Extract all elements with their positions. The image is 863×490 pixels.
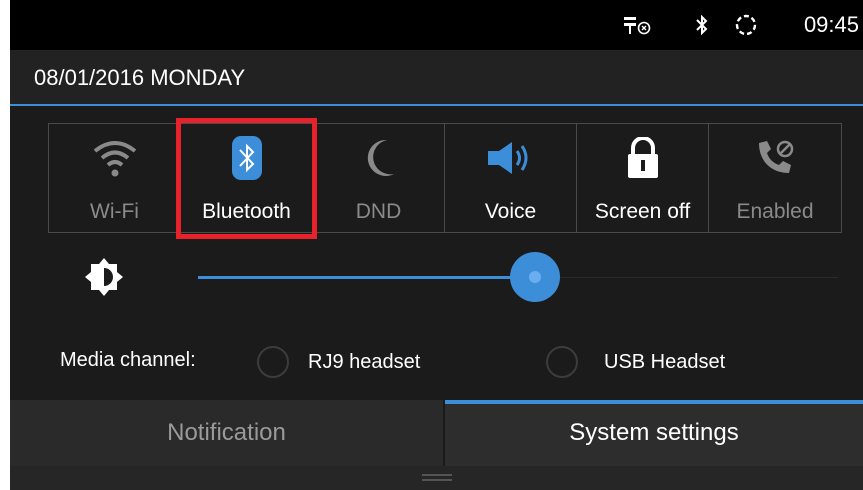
media-channel-label: Media channel: (60, 349, 196, 371)
drag-handle-line (422, 474, 452, 476)
tile-dnd[interactable]: DND (313, 124, 445, 232)
brightness-slider-thumb[interactable] (510, 252, 560, 302)
usb-debug-icon (622, 14, 652, 41)
tile-screen-off-label: Screen off (594, 200, 691, 223)
date-label: 08/01/2016 MONDAY (34, 65, 246, 90)
radio-usb-headset-label[interactable]: USB Headset (604, 351, 725, 374)
tile-wifi[interactable]: Wi-Fi (49, 124, 181, 232)
tile-screen-off[interactable]: Screen off (577, 124, 709, 232)
status-bar: 09:45 (10, 0, 863, 50)
bluetooth-icon (694, 14, 710, 41)
lock-icon (577, 136, 708, 180)
tile-voice-label: Voice (484, 200, 537, 223)
speaker-icon (445, 136, 576, 180)
wifi-icon (49, 136, 180, 180)
tab-system-settings[interactable]: System settings (445, 400, 863, 466)
tile-enabled[interactable]: Enabled (709, 124, 841, 232)
tile-wifi-label: Wi-Fi (90, 200, 139, 223)
moon-icon (313, 136, 444, 180)
quick-settings-tiles: Wi-Fi Bluetooth DND Voice Screen off Ena… (48, 123, 842, 233)
tab-notification-label: Notification (167, 419, 286, 446)
tile-dnd-label: DND (355, 200, 402, 223)
radio-usb-headset[interactable] (546, 346, 578, 378)
phone-icon (709, 136, 841, 180)
brightness-icon (84, 257, 124, 302)
bluetooth-highlight-box (176, 118, 317, 239)
radio-rj9-headset[interactable] (257, 346, 289, 378)
radio-rj9-headset-label[interactable]: RJ9 headset (308, 351, 420, 374)
brightness-slider-fill[interactable] (198, 276, 538, 279)
tab-notification[interactable]: Notification (10, 400, 443, 466)
status-clock: 09:45 (803, 12, 859, 37)
tile-enabled-label: Enabled (736, 200, 814, 223)
notification-shade: 09:45 08/01/2016 MONDAY Wi-Fi Bluetooth … (10, 0, 863, 490)
tab-system-settings-label: System settings (569, 419, 739, 446)
active-tab-indicator (445, 400, 863, 404)
date-header: 08/01/2016 MONDAY (10, 50, 863, 106)
sync-icon (734, 13, 758, 42)
drag-handle-line (422, 479, 452, 481)
brightness-slider-track[interactable] (538, 277, 838, 278)
drag-handle[interactable] (10, 466, 863, 490)
tile-voice[interactable]: Voice (445, 124, 577, 232)
